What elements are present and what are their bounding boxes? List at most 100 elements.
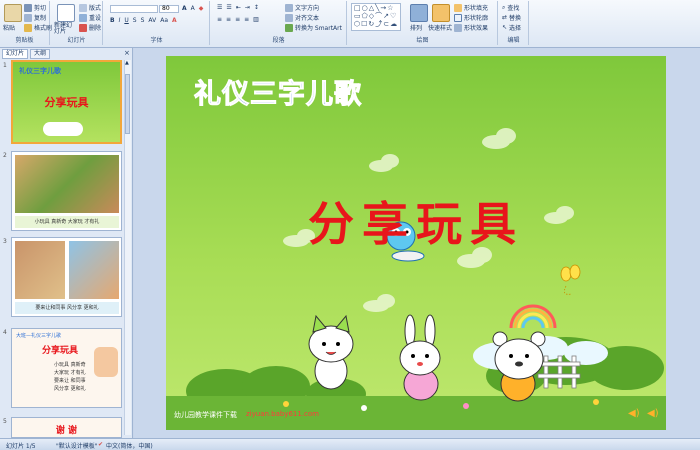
align-right-icon[interactable]: ≡	[235, 16, 240, 23]
font-name-select[interactable]	[110, 5, 158, 13]
group-label: 幻灯片	[67, 37, 86, 44]
align-buttons: ≡ ≡ ≡ ≡ ▥	[217, 16, 259, 23]
shrink-font-icon[interactable]: A	[191, 5, 195, 12]
decrease-indent-icon[interactable]: ⇤	[236, 4, 241, 11]
thumb-caption: 要来让和同事 风分享 更和礼	[15, 302, 119, 314]
reset-button[interactable]: 重设	[79, 13, 101, 22]
tab-slides[interactable]: 幻灯片	[2, 49, 29, 59]
paragraph-group: ☰ ☰ ⇤ ⇥ ↕ ≡ ≡ ≡ ≡ ▥ 文字方向 对齐文本 转换为 SmartA…	[211, 1, 347, 45]
align-text-button[interactable]: 对齐文本	[285, 13, 319, 22]
columns-icon[interactable]: ▥	[253, 16, 259, 23]
find-button[interactable]: ⌕ 查找	[502, 3, 519, 13]
paste-icon[interactable]	[4, 4, 22, 22]
thumb-caption: 小玩具 真新奇 大家玩 才有礼	[15, 216, 119, 228]
bullets-icon[interactable]: ☰	[217, 4, 222, 11]
slide-number: 5	[3, 418, 7, 425]
replace-icon: ⇄	[502, 14, 508, 21]
line-spacing-icon[interactable]: ↕	[254, 4, 259, 11]
format-painter-button[interactable]: 格式刷	[24, 23, 52, 32]
slide-subtitle[interactable]: 分享玩具	[166, 188, 666, 254]
char-spacing-icon[interactable]: AV	[148, 17, 156, 24]
shape-outline-button[interactable]: 形状轮廓	[454, 13, 488, 22]
group-label: 剪贴板	[15, 37, 34, 44]
slides-panel: 幻灯片 大纲 × 1 礼仪三字儿歌 分享玩具 2 小玩具 真新奇 大家玩 才有礼…	[0, 48, 133, 438]
cursor-icon: ↖	[502, 24, 508, 31]
brush-icon	[24, 23, 32, 32]
new-slide-button[interactable]: 新建幻灯片	[54, 23, 76, 35]
align-center-icon[interactable]: ≡	[226, 16, 231, 23]
numbering-icon[interactable]: ☰	[226, 4, 231, 11]
shape-effects-button[interactable]: 形状效果	[454, 23, 488, 32]
quick-styles-button[interactable]: 快速样式	[428, 23, 452, 32]
close-icon[interactable]: ×	[124, 49, 130, 57]
select-button[interactable]: ↖ 选择	[502, 23, 521, 32]
slide-number: 1	[3, 62, 7, 69]
footer-url[interactable]: ziyuan.baby611.com	[246, 410, 319, 418]
grow-font-icon[interactable]: A	[182, 5, 187, 12]
new-slide-icon[interactable]	[57, 4, 75, 22]
change-case-icon[interactable]: Aa	[160, 17, 168, 24]
scroll-up-icon[interactable]: ▲	[125, 60, 129, 66]
panel-scrollbar[interactable]: ▲	[124, 60, 131, 435]
rabbit-character-shape	[399, 314, 441, 401]
group-label: 段落	[272, 37, 285, 44]
speaker-icon[interactable]: ◀)	[647, 408, 659, 419]
scroll-thumb[interactable]	[125, 74, 130, 134]
shadow-icon[interactable]: S	[141, 17, 145, 24]
italic-icon[interactable]: I	[119, 17, 121, 24]
drawing-group: □○△╲→☆ ▭⬠◇⌒↗♡ ⬡☐↻⤴⊂☁ 排列 快速样式 形状填充 形状轮廓 形状效…	[348, 1, 498, 45]
shapes-gallery[interactable]: □○△╲→☆ ▭⬠◇⌒↗♡ ⬡☐↻⤴⊂☁	[351, 3, 401, 31]
underline-icon[interactable]: U	[124, 17, 128, 24]
delete-icon	[79, 23, 87, 32]
slide-title[interactable]: 礼仪三字儿歌	[194, 72, 362, 111]
slide-thumbnail-2[interactable]: 小玩具 真新奇 大家玩 才有礼	[11, 151, 122, 231]
cut-button[interactable]: 剪切	[24, 3, 46, 12]
reset-icon	[79, 13, 87, 22]
delete-button[interactable]: 删除	[79, 23, 101, 32]
spellcheck-icon[interactable]: ✔	[98, 441, 103, 448]
copy-button[interactable]: 复制	[24, 13, 46, 22]
slide-number: 2	[3, 152, 7, 159]
scissors-icon	[24, 3, 32, 12]
text-direction-button[interactable]: 文字方向	[285, 3, 319, 12]
clear-format-icon[interactable]: ◆	[199, 5, 204, 12]
speaker-icon[interactable]: ◀)	[628, 408, 640, 419]
slide-thumbnail-4[interactable]: 大班—礼仪三字儿歌 分享玩具 小玩具 真新奇 大家玩 才有礼 要来让 和同事 风…	[11, 328, 122, 408]
slide-thumbnail-3[interactable]: 要来让和同事 风分享 更和礼	[11, 237, 122, 317]
layout-icon	[79, 3, 87, 12]
align-left-icon[interactable]: ≡	[217, 16, 222, 23]
bold-icon[interactable]: B	[110, 17, 115, 24]
editing-group: ⌕ 查找 ⇄ 替换 ↖ 选择 编辑	[499, 1, 529, 45]
copy-icon	[24, 13, 32, 22]
arrange-button[interactable]: 排列	[410, 23, 422, 32]
thumb-header: 大班—礼仪三字儿歌	[16, 333, 62, 339]
tab-outline[interactable]: 大纲	[30, 49, 51, 59]
replace-button[interactable]: ⇄ 替换	[502, 13, 521, 22]
cat-character-shape	[308, 314, 354, 390]
thumb-lines: 小玩具 真新奇 大家玩 才有礼 要来让 和同事 风分享 更和礼	[54, 362, 86, 392]
smartart-button[interactable]: 转换为 SmartArt	[285, 23, 342, 32]
status-bar: 幻灯片 1/5 "默认设计模板" ✔ 中文(简体，中国)	[0, 438, 700, 450]
font-color-icon[interactable]: A	[172, 17, 177, 24]
layout-button[interactable]: 版式	[79, 3, 101, 12]
thumb-title: 分享玩具	[42, 346, 79, 356]
ribbon: 粘贴 剪切 复制 格式刷 剪贴板 新建幻灯片 版式 重设 删除 幻灯片 80 A…	[0, 0, 700, 48]
arrange-icon[interactable]	[410, 4, 428, 22]
increase-indent-icon[interactable]: ⇥	[245, 4, 250, 11]
effects-icon	[454, 23, 462, 32]
shape-fill-button[interactable]: 形状填充	[454, 3, 488, 12]
font-group: 80 A A ◆ B I U S S AV Aa A 字体	[104, 1, 210, 45]
font-size-select[interactable]: 80	[159, 5, 179, 13]
smartart-icon	[285, 23, 293, 32]
slide-editor: 礼仪三字儿歌 分享玩具 幼儿园教学课件下载 ziyuan.baby611.com…	[134, 48, 700, 438]
strikethrough-icon[interactable]: S	[133, 17, 137, 24]
quick-styles-icon[interactable]	[432, 4, 450, 22]
justify-icon[interactable]: ≡	[244, 16, 249, 23]
current-slide[interactable]: 礼仪三字儿歌 分享玩具 幼儿园教学课件下载 ziyuan.baby611.com…	[166, 56, 666, 430]
paste-button[interactable]: 粘贴	[3, 23, 15, 32]
rainbow-shape	[509, 304, 557, 329]
slide-thumbnail-1[interactable]: 礼仪三字儿歌 分享玩具	[11, 60, 122, 144]
slide-thumbnail-5[interactable]: 谢 谢	[11, 417, 122, 438]
font-style-buttons: B I U S S AV Aa A	[110, 17, 177, 24]
binoculars-icon: ⌕	[502, 3, 506, 11]
